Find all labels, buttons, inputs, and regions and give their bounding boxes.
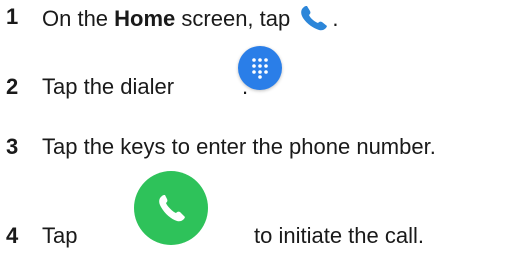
step-number: 1 (6, 4, 19, 29)
step-number: 4 (6, 223, 19, 248)
instruction-steps: 1 On the Home screen, tap . 2 Tap the di… (0, 0, 531, 271)
phone-handset-icon (298, 4, 332, 32)
step-text-start: Tap (42, 223, 78, 248)
step-number: 3 (6, 134, 19, 159)
step-text-start: Tap the dialer (42, 74, 175, 99)
step-text-end: to initiate the call. (254, 223, 424, 248)
step-text: On the Home screen, tap . (42, 4, 338, 32)
step-number: 2 (6, 74, 19, 99)
step-text: Tap the dialer . (42, 46, 282, 100)
step-text: Tap to initiate the call. (42, 171, 424, 249)
home-label: Home (114, 6, 176, 31)
call-button-icon (134, 171, 208, 245)
step-text-end: . (332, 6, 339, 31)
step-text: Tap the keys to enter the phone number. (42, 134, 436, 159)
step-text-end: . (242, 74, 249, 99)
step-text-start: On the (42, 6, 115, 31)
step-text-middle: screen, tap (175, 6, 297, 31)
